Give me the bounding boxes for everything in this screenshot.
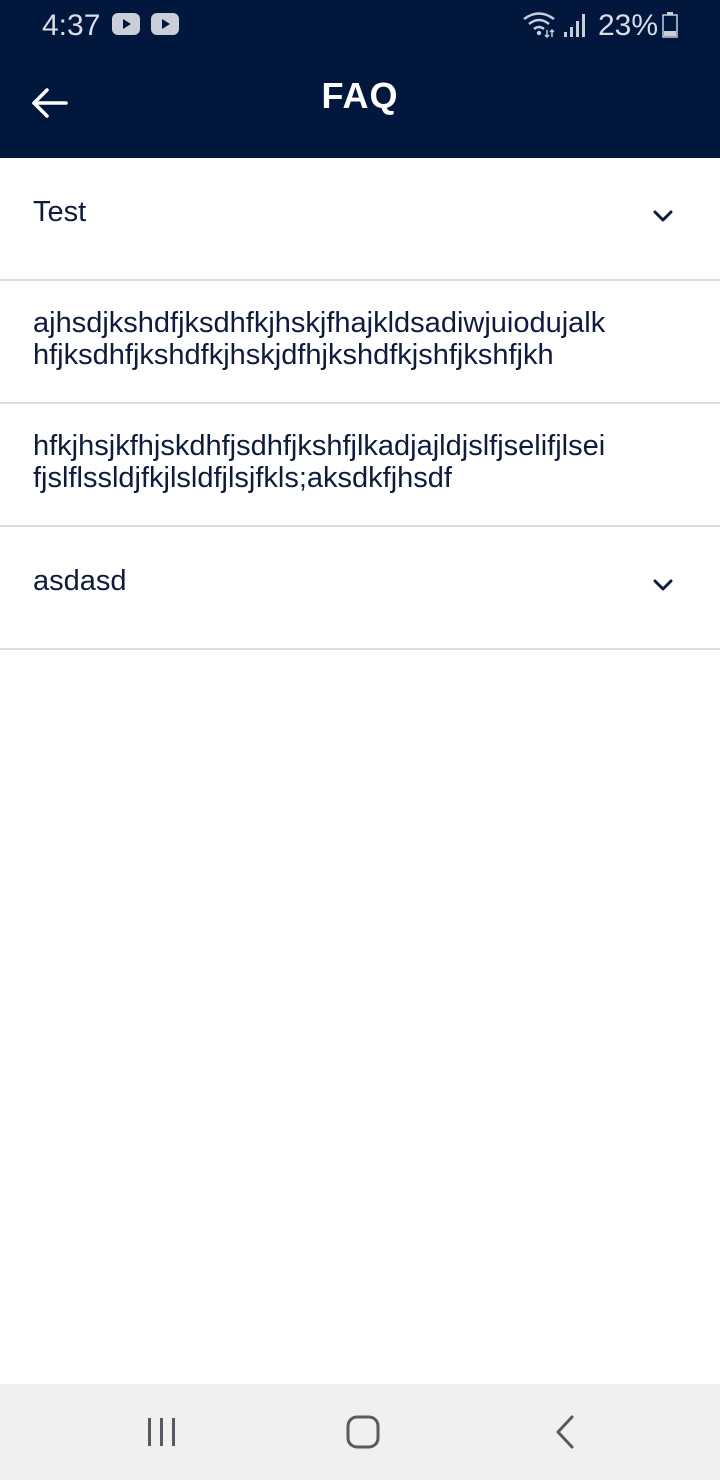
battery-icon bbox=[662, 12, 678, 38]
system-nav-bar bbox=[0, 1384, 720, 1480]
faq-question: hfkjhsjkfhjskdhfjsdhfjkshfjlkadjajldjslf… bbox=[33, 430, 720, 494]
faq-item[interactable]: hfkjhsjkfhjskdhfjsdhfjkshfjlkadjajldjslf… bbox=[0, 404, 720, 527]
system-back-button[interactable] bbox=[534, 1408, 594, 1456]
faq-list: Test ajhsdjkshdfjksdhfkjhskjfhajkldsadiw… bbox=[0, 158, 720, 650]
faq-question: asdasd bbox=[33, 565, 720, 597]
youtube-icon bbox=[151, 13, 179, 35]
chevron-down-icon bbox=[653, 579, 673, 591]
back-icon bbox=[556, 1415, 574, 1449]
status-time: 4:37 bbox=[42, 9, 101, 42]
wifi-icon bbox=[523, 12, 555, 38]
faq-question-line: ajhsdjkshdfjksdhfkjhskjfhajkldsadiwjuiod… bbox=[33, 307, 606, 339]
faq-question-line: hfkjhsjkfhjskdhfjsdhfjkshfjlkadjajldjslf… bbox=[33, 430, 606, 462]
recent-apps-icon bbox=[148, 1418, 175, 1446]
faq-question-line: hfjksdhfjkshdfkjhskjdfhjkshdfkjshfjkshfj… bbox=[33, 339, 554, 371]
home-button[interactable] bbox=[333, 1408, 393, 1456]
chevron-down-icon bbox=[653, 210, 673, 222]
faq-question-line: Test bbox=[33, 196, 87, 228]
youtube-icon bbox=[112, 13, 140, 35]
faq-screen: 4:37 23% FAQ Test ajhsdjkshdfjksdhfkjhsk… bbox=[0, 0, 720, 1480]
faq-question-line: fjslflssldjfkjlsldfjlsjfkls;aksdkfjhsdf bbox=[33, 462, 452, 494]
faq-item[interactable]: ajhsdjkshdfjksdhfkjhskjfhajkldsadiwjuiod… bbox=[0, 281, 720, 404]
faq-question: ajhsdjkshdfjksdhfkjhskjfhajkldsadiwjuiod… bbox=[33, 307, 720, 371]
signal-icon bbox=[564, 14, 585, 37]
recent-apps-button[interactable] bbox=[132, 1408, 192, 1456]
home-icon bbox=[346, 1415, 380, 1449]
faq-question: Test bbox=[33, 196, 720, 228]
app-bar: FAQ bbox=[0, 52, 720, 158]
faq-item[interactable]: Test bbox=[0, 158, 720, 281]
page-title: FAQ bbox=[321, 75, 399, 116]
faq-question-line: asdasd bbox=[33, 565, 127, 597]
faq-item[interactable]: asdasd bbox=[0, 527, 720, 650]
battery-percentage: 23% bbox=[598, 9, 659, 42]
status-bar: 4:37 23% bbox=[0, 0, 720, 52]
